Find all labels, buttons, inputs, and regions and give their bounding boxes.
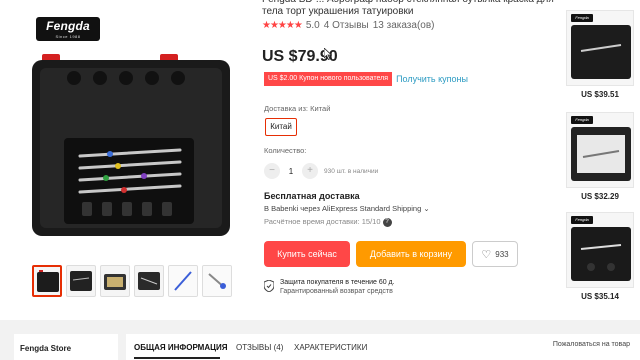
shipping-title: Бесплатная доставка [264,191,360,201]
recommended-item-brand: Fengda [571,116,593,124]
brand-logo: Fengda Since 1988 [36,17,100,41]
thumbnail-3[interactable] [100,265,130,297]
thumbnail-1[interactable] [32,265,62,297]
ship-from-label-text: Доставка из: [264,104,309,113]
rating-row: ★★★★★ 5.0 4 Отзывы 13 заказа(ов) [262,20,435,31]
product-tabs: ОБЩАЯ ИНФОРМАЦИЯ ОТЗЫВЫ (4) ХАРАКТЕРИСТИ… [126,334,640,360]
ship-from-selected: Китай [310,104,331,113]
thumbnail-2[interactable] [66,265,96,297]
recommended-item-price: US $39.51 [581,90,619,99]
delivery-estimate: Расчётное время доставки: 15/10? [264,217,392,227]
quantity-stepper: − 1 + 930 шт. в наличии [264,163,378,179]
quantity-value[interactable]: 1 [280,167,302,176]
wishlist-button[interactable]: ♡ 933 [472,241,518,267]
protection-line-2: Гарантированный возврат средств [280,288,393,295]
recommended-products: Fengda US $39.51 Fengda US $32.29 Fengda… [562,0,640,320]
active-tab-indicator [134,357,220,359]
buy-now-button[interactable]: Купить сейчас [264,241,350,267]
rating-stars: ★★★★★ [262,20,303,31]
product-title: Fengda BD-... Аэрограф набор стеклянная … [262,0,554,17]
shield-icon [264,280,274,292]
wishlist-count: 933 [495,249,509,259]
recommended-item-image[interactable]: Fengda [566,212,634,288]
thumbnail-6[interactable] [202,265,232,297]
recommended-item-image[interactable]: Fengda [566,112,634,188]
tab-reviews[interactable]: ОТЗЫВЫ (4) [236,343,283,352]
quantity-plus-button[interactable]: + [302,163,318,179]
get-coupons-link[interactable]: Получить купоны [396,74,468,84]
quantity-label: Количество: [264,146,307,155]
thumbnail-5[interactable] [168,265,198,297]
bottom-section: Fengda Store ОБЩАЯ ИНФОРМАЦИЯ ОТЗЫВЫ (4)… [0,320,640,360]
thumbnail-4[interactable] [134,265,164,297]
shipping-method-selector[interactable]: В Babenki через AliExpress Standard Ship… [264,204,430,213]
protection-line-1: Защита покупателя в течение 60 д. [280,279,395,286]
heart-icon: ♡ [481,248,492,261]
tab-specifications[interactable]: ХАРАКТЕРИСТИКИ [294,343,367,352]
brand-logo-name: Fengda [46,19,90,33]
quantity-minus-button[interactable]: − [264,163,280,179]
report-item-link[interactable]: Пожаловаться на товар [553,341,630,348]
stock-available: 930 шт. в наличии [324,167,379,175]
recommended-item-price: US $32.29 [581,192,619,201]
airbrush-case-illustration [32,54,230,236]
recommended-item-brand: Fengda [571,216,593,224]
recommended-item-image[interactable]: Fengda [566,10,634,86]
orders-count: 13 заказа(ов) [372,20,435,31]
coupon-badge: US $2.00 Купон нового пользователя [264,72,393,86]
help-icon[interactable]: ? [382,217,392,227]
mouse-cursor-icon [324,48,332,60]
recommended-item[interactable]: Fengda US $32.29 [566,112,638,201]
recommended-item-brand: Fengda [571,14,593,22]
add-to-cart-button[interactable]: Добавить в корзину [356,241,466,267]
store-name[interactable]: Fengda Store [14,334,118,360]
recommended-item[interactable]: Fengda US $35.14 [566,212,638,301]
main-product-image[interactable]: Fengda Since 1988 [20,10,242,250]
delivery-estimate-text: Расчётное время доставки: 15/10 [264,217,381,226]
brand-logo-sub: Since 1988 [55,34,81,39]
coupon-row: US $2.00 Купон нового пользователя Получ… [264,72,468,86]
reviews-link[interactable]: 4 Отзывы [324,20,369,31]
recommended-item-price: US $35.14 [581,292,619,301]
recommended-item[interactable]: Fengda US $39.51 [566,10,638,99]
ship-from-china-option[interactable]: Китай [265,118,297,136]
tab-overview[interactable]: ОБЩАЯ ИНФОРМАЦИЯ [134,343,227,352]
buyer-protection: Защита покупателя в течение 60 д. Гарант… [264,278,395,297]
ship-from-label: Доставка из: Китай [264,104,330,113]
rating-value: 5.0 [305,20,320,31]
